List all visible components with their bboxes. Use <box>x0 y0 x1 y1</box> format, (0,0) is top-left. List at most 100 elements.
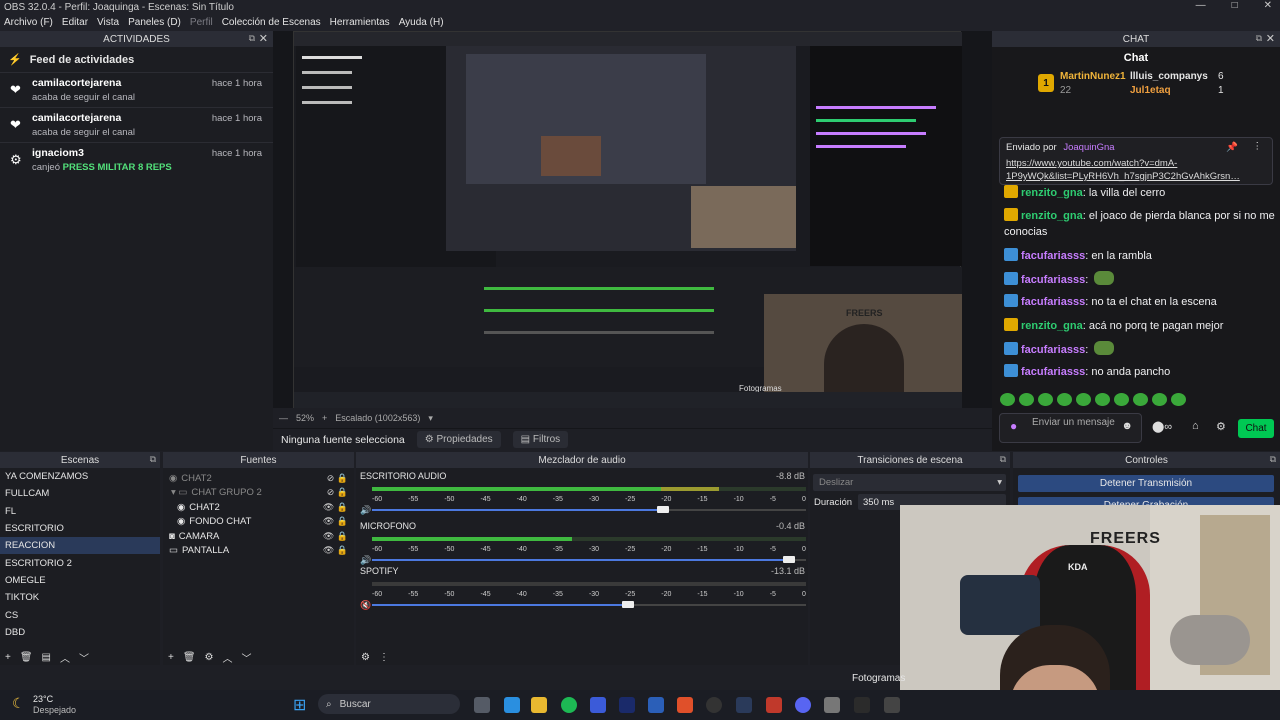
volume-slider-knob[interactable] <box>782 556 795 563</box>
emote-icon[interactable] <box>1114 393 1129 406</box>
scene-item[interactable]: ESCRITORIO <box>0 520 160 537</box>
scene-item[interactable]: TIKTOK <box>0 589 160 606</box>
float-dock-icon[interactable]: ⧉ <box>1000 454 1006 465</box>
emote-icon[interactable] <box>1057 393 1072 406</box>
up-icon[interactable]: ︿ <box>223 650 233 665</box>
scene-item[interactable]: ESCRITORIO 2 <box>0 554 160 571</box>
maximize-button[interactable]: □ <box>1232 0 1238 11</box>
volume-slider[interactable] <box>372 601 806 608</box>
visibility-lock-icons[interactable]: 👁 🔒 <box>323 545 348 556</box>
muted-speaker-icon[interactable]: 🔇 <box>360 600 371 611</box>
scale-dropdown-icon[interactable]: ▾ <box>428 413 433 424</box>
zoom-in-button[interactable]: + <box>322 413 327 423</box>
pinned-url[interactable]: https://www.youtube.com/watch?v=dmA-1P9y… <box>1006 157 1266 183</box>
menu-perfil[interactable]: Perfil <box>190 17 213 28</box>
pinned-message[interactable]: Enviado por JoaquinGna 📌 ⋮ https://www.y… <box>999 137 1273 185</box>
emoji-icon[interactable]: ☻ <box>1121 421 1133 432</box>
scene-item[interactable]: DBD <box>0 624 160 641</box>
steam-icon[interactable] <box>736 697 752 713</box>
folder-icon[interactable] <box>531 697 547 713</box>
preview-canvas[interactable]: FREERS Fotogramas <box>273 31 992 429</box>
trash-icon[interactable]: 🗑 <box>183 652 196 663</box>
source-item[interactable]: ◉ FONDO CHAT 👁 🔒 <box>163 515 354 530</box>
volume-slider[interactable] <box>372 556 806 563</box>
emote-icon[interactable] <box>1038 393 1053 406</box>
photoshop-icon[interactable] <box>619 697 635 713</box>
filter-icon[interactable]: ▤ <box>42 652 51 663</box>
leaderboard-name[interactable]: MartinNunez1 <box>1060 71 1126 82</box>
scene-item[interactable]: REACCION <box>0 537 160 555</box>
menu-herramientas[interactable]: Herramientas <box>330 17 390 28</box>
emote-icon[interactable] <box>1095 393 1110 406</box>
explorer-icon[interactable] <box>504 697 520 713</box>
close-dock-icon[interactable]: ✕ <box>259 32 268 45</box>
feed-item[interactable]: ❤ camilacortejarena acaba de seguir el c… <box>0 73 273 108</box>
app-icon[interactable] <box>766 697 782 713</box>
app-icon[interactable] <box>854 697 870 713</box>
scene-item[interactable]: YA COMENZAMOS <box>0 468 160 485</box>
app-icon[interactable] <box>884 697 900 713</box>
chat-username[interactable]: renzito_gna <box>1021 210 1083 222</box>
scene-item[interactable]: OMEGLE <box>0 572 160 589</box>
gear-icon[interactable]: ⚙ <box>1216 420 1226 433</box>
float-dock-icon[interactable]: ⧉ <box>150 454 156 465</box>
down-icon[interactable]: ﹀ <box>242 650 252 665</box>
menu-coleccion-escenas[interactable]: Colección de Escenas <box>222 17 321 28</box>
scene-item[interactable]: CS <box>0 606 160 623</box>
emote-icon[interactable] <box>1152 393 1167 406</box>
visibility-lock-icons[interactable]: ⊘ 🔒 <box>327 473 348 484</box>
chat-username[interactable]: renzito_gna <box>1021 187 1083 199</box>
menu-archivo[interactable]: Archivo (F) <box>4 17 53 28</box>
taskbar-search[interactable]: ⌕ Buscar <box>318 694 460 714</box>
visibility-lock-icons[interactable]: 👁 🔒 <box>323 531 348 542</box>
more-options-icon[interactable]: ⋮ <box>1253 141 1263 152</box>
visibility-lock-icons[interactable]: 👁 🔒 <box>323 516 348 527</box>
transition-select[interactable]: Deslizar ▾ <box>813 474 1006 491</box>
visibility-lock-icons[interactable]: 👁 🔒 <box>323 502 348 513</box>
emote-icon[interactable] <box>1000 393 1015 406</box>
more-options-icon[interactable]: ⋮ <box>379 652 389 663</box>
source-item[interactable]: ◙ CAMARA 👁 🔒 <box>163 529 354 544</box>
zoom-out-button[interactable]: — <box>279 413 288 423</box>
menu-paneles[interactable]: Paneles (D) <box>128 17 181 28</box>
chat-username[interactable]: facufariasss <box>1021 366 1085 378</box>
menu-editar[interactable]: Editar <box>62 17 88 28</box>
windows-start-icon[interactable]: ⊞ <box>293 695 306 715</box>
float-dock-icon[interactable]: ⧉ <box>1256 33 1262 44</box>
emote-icon[interactable] <box>1171 393 1186 406</box>
microphone-icon[interactable]: ● <box>1010 420 1017 432</box>
emote-icon[interactable] <box>1133 393 1148 406</box>
source-group[interactable]: ▾ ▭ CHAT GRUPO 2 ⊘ 🔒 <box>163 486 354 501</box>
close-dock-icon[interactable]: ✕ <box>1266 32 1275 45</box>
speaker-icon[interactable]: 🔊 <box>360 555 371 566</box>
float-dock-icon[interactable]: ⧉ <box>249 33 255 44</box>
vscode-icon[interactable] <box>590 697 606 713</box>
pinned-user[interactable]: JoaquinGna <box>1063 142 1114 153</box>
stop-stream-button[interactable]: Detener Transmisión <box>1018 475 1274 492</box>
leaderboard-name[interactable]: llluis_companys <box>1130 71 1208 82</box>
speaker-icon[interactable]: 🔊 <box>360 505 371 516</box>
menu-ayuda[interactable]: Ayuda (H) <box>399 17 444 28</box>
minimize-button[interactable]: — <box>1196 0 1206 11</box>
spotify-icon[interactable] <box>561 697 577 713</box>
gear-icon[interactable]: ⚙ <box>205 652 214 663</box>
discord-icon[interactable] <box>795 697 811 713</box>
emote-icon[interactable] <box>1019 393 1034 406</box>
pin-icon[interactable]: 📌 <box>1226 142 1238 153</box>
visibility-lock-icons[interactable]: ⊘ 🔒 <box>327 487 348 498</box>
trash-icon[interactable]: 🗑 <box>20 652 33 663</box>
volume-slider[interactable] <box>372 506 806 513</box>
chat-username[interactable]: facufariasss <box>1021 274 1085 286</box>
feed-item[interactable]: ⚙ ignaciom3 canjeó PRESS MILITAR 8 REPS … <box>0 143 273 178</box>
chat-username[interactable]: facufariasss <box>1021 250 1085 262</box>
chat-input[interactable]: ● Enviar un mensaje ☻ <box>999 413 1142 443</box>
word-icon[interactable] <box>648 697 664 713</box>
points-icon[interactable]: ⬤∞ <box>1152 420 1172 433</box>
gear-icon[interactable]: ⚙ <box>361 652 370 663</box>
add-icon[interactable]: + <box>168 652 174 663</box>
chat-send-button[interactable]: Chat <box>1238 419 1274 438</box>
down-icon[interactable]: ﹀ <box>79 650 89 665</box>
add-icon[interactable]: + <box>5 652 11 663</box>
volume-slider-knob[interactable] <box>656 506 669 513</box>
scene-item[interactable]: FL <box>0 503 160 520</box>
